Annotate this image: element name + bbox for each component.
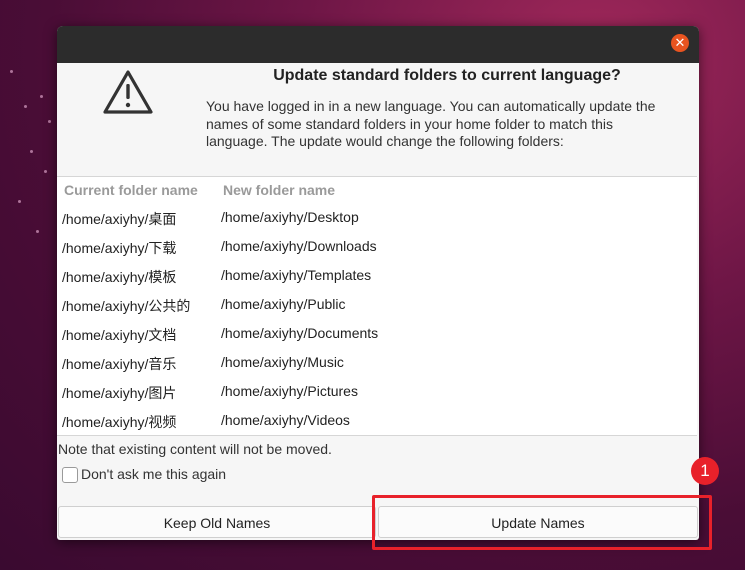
- dialog-description: You have logged in in a new language. Yo…: [206, 98, 656, 149]
- table-row[interactable]: /home/axiyhy/图片/home/axiyhy/Pictures: [57, 379, 697, 408]
- current-folder-cell: /home/axiyhy/视频: [62, 414, 177, 430]
- close-button[interactable]: ✕: [671, 34, 689, 52]
- new-folder-cell: /home/axiyhy/Pictures: [221, 383, 358, 399]
- current-folder-cell: /home/axiyhy/桌面: [62, 211, 177, 227]
- current-folder-cell: /home/axiyhy/下载: [62, 240, 177, 256]
- new-folder-cell: /home/axiyhy/Videos: [221, 412, 350, 428]
- dont-ask-again-checkbox[interactable]: [62, 467, 78, 483]
- table-rows: /home/axiyhy/桌面/home/axiyhy/Desktop /hom…: [57, 205, 697, 437]
- new-folder-cell: /home/axiyhy/Public: [221, 296, 346, 312]
- table-row[interactable]: /home/axiyhy/下载/home/axiyhy/Downloads: [57, 234, 697, 263]
- titlebar: ✕: [57, 26, 699, 63]
- dialog-title: Update standard folders to current langu…: [273, 67, 621, 84]
- current-folder-cell: /home/axiyhy/图片: [62, 385, 177, 401]
- annotation-step-badge: 1: [691, 457, 719, 485]
- table-row[interactable]: /home/axiyhy/桌面/home/axiyhy/Desktop: [57, 205, 697, 234]
- note-text: Note that existing content will not be m…: [58, 441, 332, 457]
- dont-ask-again-label[interactable]: Don't ask me this again: [81, 466, 226, 482]
- table-row[interactable]: /home/axiyhy/模板/home/axiyhy/Templates: [57, 263, 697, 292]
- new-folder-cell: /home/axiyhy/Downloads: [221, 238, 377, 254]
- current-folder-cell: /home/axiyhy/公共的: [62, 298, 191, 314]
- header-current-folder[interactable]: Current folder name: [64, 182, 198, 198]
- table-row[interactable]: /home/axiyhy/文档/home/axiyhy/Documents: [57, 321, 697, 350]
- close-icon: ✕: [674, 35, 686, 50]
- table-header: Current folder name New folder name: [57, 182, 697, 202]
- table-row[interactable]: /home/axiyhy/视频/home/axiyhy/Videos: [57, 408, 697, 437]
- update-folders-dialog: ✕ Update standard folders to current lan…: [57, 26, 699, 540]
- header-new-folder[interactable]: New folder name: [223, 182, 335, 198]
- current-folder-cell: /home/axiyhy/模板: [62, 269, 177, 285]
- new-folder-cell: /home/axiyhy/Templates: [221, 267, 372, 283]
- new-folder-cell: /home/axiyhy/Desktop: [221, 209, 359, 225]
- new-folder-cell: /home/axiyhy/Documents: [221, 325, 379, 341]
- background-dots: [0, 0, 60, 570]
- new-folder-cell: /home/axiyhy/Music: [221, 354, 344, 370]
- warning-icon: [103, 70, 153, 114]
- table-row[interactable]: /home/axiyhy/公共的/home/axiyhy/Public: [57, 292, 697, 321]
- current-folder-cell: /home/axiyhy/文档: [62, 327, 177, 343]
- folder-table: Current folder name New folder name /hom…: [57, 176, 697, 436]
- keep-old-names-button[interactable]: Keep Old Names: [58, 506, 376, 538]
- annotation-highlight-box: [372, 495, 712, 550]
- current-folder-cell: /home/axiyhy/音乐: [62, 356, 177, 372]
- table-row[interactable]: /home/axiyhy/音乐/home/axiyhy/Music: [57, 350, 697, 379]
